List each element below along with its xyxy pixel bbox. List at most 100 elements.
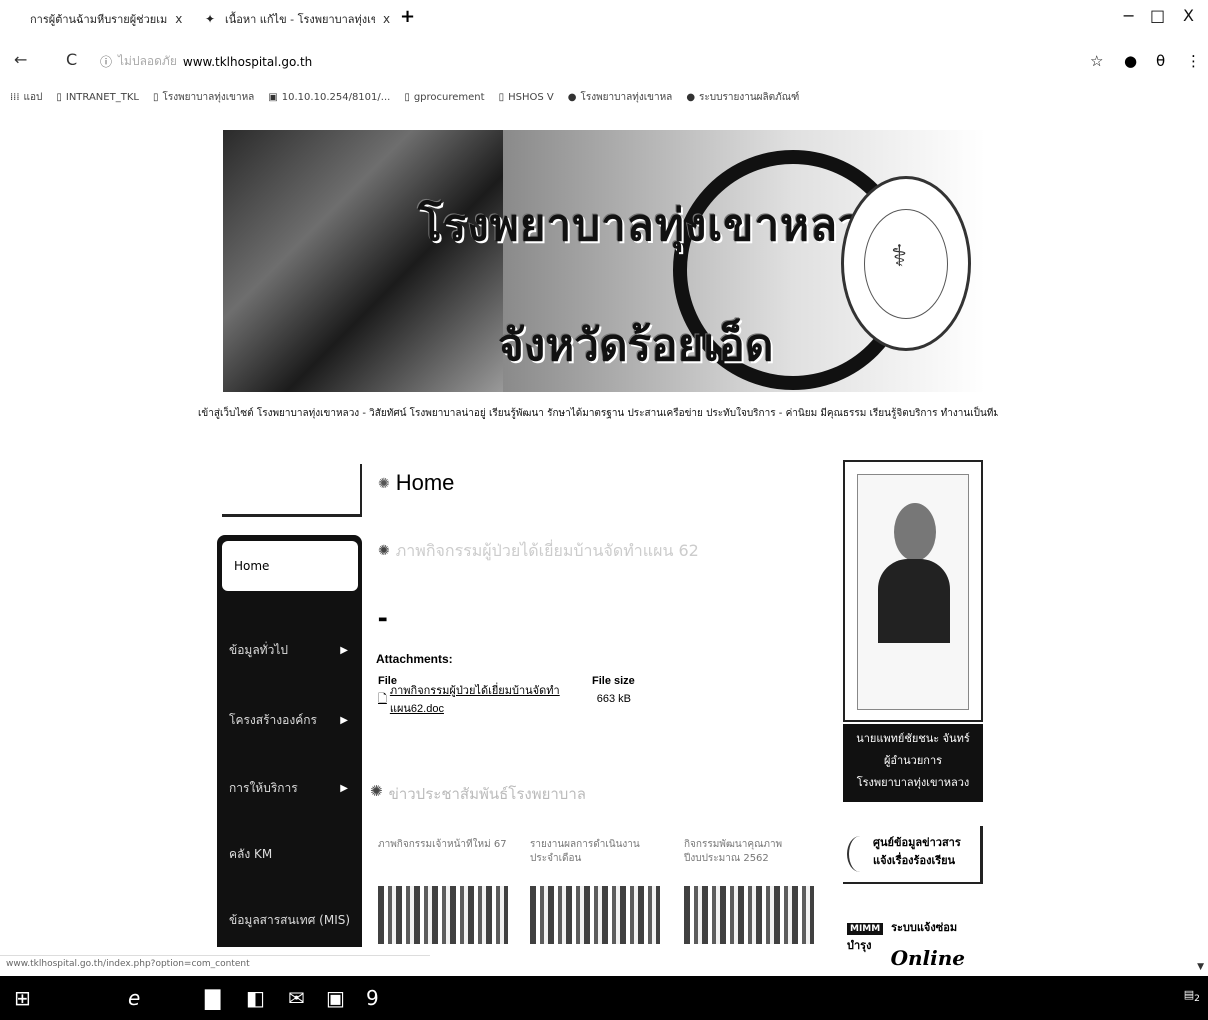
- system-tray: ▤2: [1184, 988, 1200, 1004]
- director-photo: [857, 474, 969, 710]
- news-card[interactable]: กิจกรรมพัฒนาคุณภาพ ปีงบประมาณ 2562: [684, 838, 819, 944]
- photos-icon[interactable]: ▣: [326, 986, 345, 1010]
- sidebar-item-services[interactable]: การให้บริการ ▶: [217, 763, 362, 813]
- reload-button[interactable]: C: [66, 50, 77, 69]
- news-thumbnail[interactable]: [378, 886, 508, 944]
- browser-tabbar: การผู้ต้านฉ้ามหีบรายผู้ช่วยเม x ✦ เนื้อห…: [0, 0, 1208, 38]
- document-icon: 🗋: [378, 692, 387, 705]
- sidebar-item-home[interactable]: Home: [222, 541, 358, 591]
- bookmark-ip[interactable]: ▣ 10.10.10.254/8101/...: [268, 92, 390, 103]
- sidebar-item-label: ข้อมูลทั่วไป: [229, 642, 288, 657]
- url-security-label: ไม่ปลอดภัย: [118, 54, 177, 68]
- browser-tab-1[interactable]: การผู้ต้านฉ้ามหีบรายผู้ช่วยเม x: [30, 8, 182, 30]
- apps-grid-icon: ⁞⁞⁞: [10, 91, 20, 103]
- swirl-icon: [847, 836, 873, 872]
- sun-bullet-icon: ✺: [378, 474, 390, 491]
- director-photo-frame: [843, 460, 983, 722]
- star-icon[interactable]: ☆: [1090, 52, 1103, 70]
- news-heading-text: ข่าวประชาสัมพันธ์โรงพยาบาล: [388, 785, 586, 803]
- search-box[interactable]: [222, 464, 362, 517]
- tab-title: การผู้ต้านฉ้ามหีบรายผู้ช่วยเม: [30, 13, 168, 26]
- vision-marquee: เข้าสู่เว็บไซต์ โรงพยาบาลทุ่งเขาหลวง - ว…: [198, 408, 998, 419]
- sidebar-item-km[interactable]: คลัง KM: [217, 829, 362, 879]
- attachment-filename: ภาพกิจกรรมผู้ป่วยได้เยี่ยมบ้านจัดทำแผน62…: [389, 685, 560, 715]
- bookmark-label: 10.10.10.254/8101/...: [281, 91, 391, 103]
- windows-icon[interactable]: ⊞: [14, 986, 31, 1010]
- hospital-banner: โรงพยาบาลทุ่งเขาหลวง จังหวัดร้อยเอ็ด ⚕: [223, 130, 985, 392]
- news-card[interactable]: รายงานผลการดำเนินงาน ประจำเดือน: [530, 838, 665, 944]
- bookmark-report[interactable]: ● ระบบรายงานผลิตภัณฑ์: [686, 90, 799, 105]
- bookmark-label: HSHOS V: [508, 91, 554, 103]
- close-icon[interactable]: x: [175, 12, 182, 26]
- sidebar-item-organization[interactable]: โครงสร้างองค์กร ▶: [217, 695, 362, 745]
- bookmark-apps[interactable]: ⁞⁞⁞ แอป: [10, 90, 42, 105]
- status-bar-url: www.tklhospital.go.th/index.php?option=c…: [0, 955, 430, 973]
- director-position: ผู้อำนวยการ: [883, 754, 943, 767]
- director-hospital: โรงพยาบาลทุ่งเขาหลวง: [856, 776, 970, 789]
- news-thumbnail[interactable]: [684, 886, 814, 944]
- notification-count: 2: [1194, 993, 1200, 1005]
- news-card[interactable]: ภาพกิจกรรมเจ้าหน้าที่ใหม่ 67: [378, 838, 513, 944]
- minimize-button[interactable]: −: [1122, 6, 1135, 25]
- bookmark-label: ระบบรายงานผลิตภัณฑ์: [699, 91, 800, 103]
- bookmark-intranet[interactable]: ▯ INTRANET_TKL: [56, 92, 139, 103]
- maximize-button[interactable]: □: [1150, 6, 1165, 25]
- attachment-link[interactable]: 🗋 ภาพกิจกรรมผู้ป่วยได้เยี่ยมบ้านจัดทำแผน…: [378, 681, 597, 717]
- bookmarks-bar: ⁞⁞⁞ แอป ▯ INTRANET_TKL ▯ โรงพยาบาลทุ่งเขาหล…: [0, 84, 1208, 110]
- banner-subtitle: จังหวัดร้อยเอ็ด: [498, 320, 774, 371]
- chevron-right-icon: ▶: [340, 714, 348, 726]
- store-icon[interactable]: ◧: [246, 986, 265, 1010]
- extension-icon[interactable]: ●: [1124, 52, 1137, 70]
- menu-icon[interactable]: ⋮: [1186, 52, 1201, 70]
- bookmark-label: แอป: [23, 91, 43, 103]
- close-icon[interactable]: x: [383, 12, 390, 26]
- attachments-table: File File size 🗋 ภาพกิจกรรมผู้ป่วยได้เยี…: [378, 672, 658, 715]
- banner-title: โรงพยาบาลทุ่งเขาหลวง: [418, 200, 887, 251]
- bookmark-hospital[interactable]: ▯ โรงพยาบาลทุ่งเขาหล: [153, 90, 254, 105]
- news-heading: ✺ ข่าวประชาสัมพันธ์โรงพยาบาล: [370, 782, 586, 806]
- bookmark-hospital-2[interactable]: ● โรงพยาบาลทุ่งเขาหล: [568, 90, 673, 105]
- mail-icon[interactable]: ✉: [288, 986, 305, 1010]
- page-icon: ▯: [56, 91, 62, 103]
- news-thumbnail[interactable]: [530, 886, 660, 944]
- file-explorer-icon[interactable]: ▇: [205, 986, 220, 1010]
- back-button[interactable]: ←: [14, 50, 27, 69]
- caduceus-icon: ⚕: [891, 239, 908, 274]
- chevron-right-icon: ▶: [340, 782, 348, 794]
- globe-icon: ●: [567, 91, 577, 103]
- browser-tab-2[interactable]: ✦ เนื้อหา แก้ไข - โรงพยาบาลทุ่งเขา x: [205, 8, 390, 30]
- scroll-down-icon[interactable]: ▼: [1197, 962, 1204, 972]
- promo-line: แจ้งเรื่องร้องเรียน: [873, 854, 956, 867]
- close-window-button[interactable]: X: [1183, 6, 1194, 25]
- windows-taskbar: ⊞ e ▇ ◧ ✉ ▣ 9 ▤2: [0, 976, 1208, 1020]
- app-icon[interactable]: 9: [366, 986, 379, 1010]
- info-icon[interactable]: ⓘ: [100, 53, 112, 70]
- url-field[interactable]: ⓘ ไม่ปลอดภัย www.tklhospital.go.th: [100, 52, 312, 71]
- notification-icon[interactable]: ▤2: [1184, 988, 1200, 1004]
- sidebar-item-label: การให้บริการ: [229, 780, 298, 795]
- sidebar-item-mis[interactable]: ข้อมูลสารสนเทศ (MIS): [217, 895, 362, 945]
- bookmark-gprocurement[interactable]: ▯ gprocurement: [404, 92, 484, 103]
- profile-icon[interactable]: θ: [1156, 52, 1165, 70]
- address-bar: ← C ⓘ ไม่ปลอดภัย www.tklhospital.go.th ☆…: [0, 42, 1208, 76]
- attachments-heading: Attachments:: [376, 652, 453, 666]
- hospital-building-photo: [223, 130, 503, 392]
- sidebar-item-label: ข้อมูลสารสนเทศ (MIS): [229, 912, 351, 927]
- new-tab-button[interactable]: +: [400, 6, 415, 27]
- attachment-size: 663 kB: [596, 693, 632, 705]
- column-file-size: File size: [592, 675, 635, 687]
- complaint-center-banner[interactable]: ศูนย์ข้อมูลข่าวสาร แจ้งเรื่องร้องเรียน: [843, 826, 983, 884]
- sidebar-item-general-info[interactable]: ข้อมูลทั่วไป ▶: [217, 625, 362, 675]
- page-title-text: Home: [395, 470, 455, 495]
- bookmark-hshos[interactable]: ▯ HSHOS V: [499, 92, 554, 103]
- article-title[interactable]: ✺ ภาพกิจกรรมผู้ป่วยได้เยี่ยมบ้านจัดทำแผน…: [378, 540, 798, 562]
- sidebar-item-label: โครงสร้างองค์กร: [229, 712, 317, 727]
- tab-title: เนื้อหา แก้ไข - โรงพยาบาลทุ่งเขา: [225, 13, 375, 26]
- url-host: www.tklhospital.go.th: [182, 54, 313, 69]
- chevron-right-icon: ▶: [340, 644, 348, 656]
- promo-line: ศูนย์ข้อมูลข่าวสาร: [873, 836, 961, 849]
- ministry-seal-icon: ⚕: [841, 176, 971, 351]
- repair-online-banner[interactable]: MIMM ระบบแจ้งซ่อมบำรุง Online: [843, 904, 983, 976]
- edge-icon[interactable]: e: [128, 986, 140, 1010]
- page-title: ✺ Home: [378, 470, 454, 496]
